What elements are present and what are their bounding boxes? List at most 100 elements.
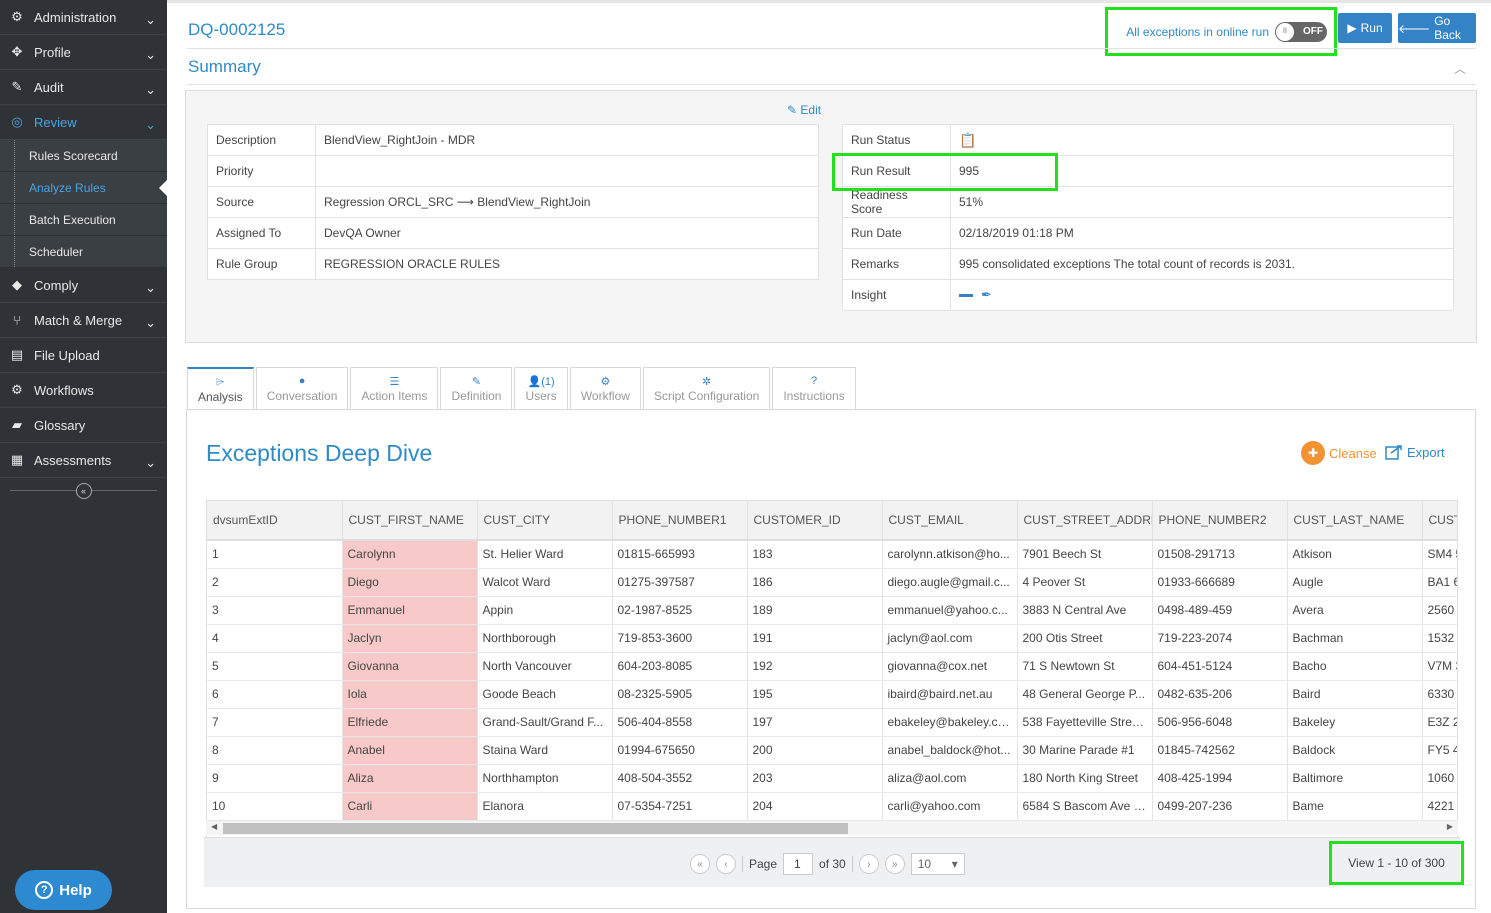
- table-cell: 200 Otis Street: [1017, 624, 1153, 653]
- column-header[interactable]: CUST_CITY: [477, 501, 613, 541]
- column-header[interactable]: CUST_: [1422, 501, 1457, 541]
- gears-icon: ⚙: [11, 9, 23, 24]
- summary-value-run-date: 02/18/2019 01:18 PM: [950, 217, 1454, 249]
- scroll-right-icon[interactable]: ▶: [1447, 822, 1453, 831]
- column-header[interactable]: dvsumExtID: [207, 501, 343, 541]
- table-cell: diego.augle@gmail.c...: [882, 568, 1018, 597]
- scrollbar-thumb[interactable]: [223, 823, 848, 834]
- main-content: DQ-0002125 All exceptions in online run …: [167, 0, 1491, 913]
- sidebar-item-label: Administration: [34, 9, 117, 25]
- edit-link[interactable]: ✎ Edit: [787, 103, 821, 117]
- table-cell: St. Helier Ward: [477, 540, 613, 569]
- divider: [187, 48, 1476, 49]
- tags-icon: ◆: [12, 277, 22, 292]
- summary-key: Run Date: [842, 217, 951, 249]
- table-row[interactable]: 3 Emmanuel Appin 02-1987-8525 189 emmanuel@ya…: [207, 596, 1457, 625]
- table-row[interactable]: 9 Aliza Northhampton 408-504-3552 203 aliza@a…: [207, 764, 1457, 793]
- scroll-left-icon[interactable]: ◀: [211, 822, 217, 831]
- cleanse-button[interactable]: ✚ Cleanse: [1301, 441, 1377, 465]
- sidebar-item-glossary[interactable]: ▰ Glossary: [0, 408, 167, 443]
- table-cell: 48 General George P...: [1017, 680, 1153, 709]
- table-cell: 192: [747, 652, 883, 681]
- tab-instructions[interactable]: ? Instructions: [772, 367, 856, 409]
- table-cell: Iola: [342, 680, 478, 709]
- eyedropper-icon[interactable]: ✒: [981, 287, 992, 302]
- sidebar-item-label: Workflows: [34, 382, 94, 398]
- table-cell: 186: [747, 568, 883, 597]
- table-row[interactable]: 10 Carli Elanora 07-5354-7251 204 carli@yahoo…: [207, 792, 1457, 821]
- table-row[interactable]: 7 Elfriede Grand-Sault/Grand F... 506-404-8…: [207, 708, 1457, 737]
- tab-workflow[interactable]: ⚙ Workflow: [569, 367, 641, 409]
- sidebar-subitem-analyze-rules[interactable]: Analyze Rules: [0, 172, 167, 204]
- table-row[interactable]: 1 Carolynn St. Helier Ward 01815-665993 183 c…: [207, 540, 1457, 569]
- horizontal-scrollbar[interactable]: ◀ ▶: [206, 821, 1458, 835]
- column-header[interactable]: CUST_EMAIL: [882, 501, 1018, 541]
- table-cell: Baird: [1287, 680, 1423, 709]
- page-size-select[interactable]: 10 ▾: [910, 853, 965, 875]
- divider: [187, 84, 1476, 85]
- table-cell: 195: [747, 680, 883, 709]
- column-header[interactable]: PHONE_NUMBER1: [612, 501, 748, 541]
- pager-separator: [851, 856, 853, 872]
- exceptions-online-run-toggle[interactable]: ll OFF: [1275, 21, 1327, 42]
- gear-icon: ✲: [702, 375, 712, 388]
- table-cell: 01933-666689: [1152, 568, 1288, 597]
- sidebar-item-file-upload[interactable]: ▤ File Upload: [0, 338, 167, 373]
- column-header[interactable]: CUST_STREET_ADDRESS: [1017, 501, 1153, 541]
- sidebar-subitem-scheduler[interactable]: Scheduler: [0, 236, 167, 268]
- table-cell: 01845-742562: [1152, 736, 1288, 765]
- first-page-icon[interactable]: «: [690, 854, 710, 874]
- table-cell: Diego: [342, 568, 478, 597]
- table-row[interactable]: 6 Iola Goode Beach 08-2325-5905 195 ibaird@ba…: [207, 680, 1457, 709]
- sidebar-item-assessments[interactable]: ▦ Assessments ⌄: [0, 443, 167, 478]
- export-icon: [1385, 445, 1402, 460]
- page-number-input[interactable]: 1: [783, 853, 814, 875]
- export-button[interactable]: Export: [1385, 444, 1445, 460]
- sidebar-item-administration[interactable]: ⚙ Administration ⌄: [0, 0, 167, 35]
- sidebar-item-label: Assessments: [34, 452, 112, 468]
- run-button[interactable]: ▶ Run: [1338, 13, 1392, 43]
- sidebar-item-profile[interactable]: ✥ Profile ⌄: [0, 35, 167, 70]
- tab-action-items[interactable]: ☰ Action Items: [350, 367, 439, 409]
- column-header[interactable]: CUSTOMER_ID: [747, 501, 883, 541]
- table-row[interactable]: 4 Jaclyn Northborough 719-853-3600 191 jaclyn…: [207, 624, 1457, 653]
- table-cell: 6330: [1422, 680, 1457, 709]
- file-icon: ▤: [10, 347, 24, 362]
- sidebar-item-audit[interactable]: ✎ Audit ⌄: [0, 70, 167, 105]
- table-cell: 0499-207-236: [1152, 792, 1288, 821]
- sidebar-subitem-batch-execution[interactable]: Batch Execution: [0, 204, 167, 236]
- table-row[interactable]: 2 Diego Walcot Ward 01275-397587 186 diego.au…: [207, 568, 1457, 597]
- go-back-button[interactable]: 🡐 Go Back: [1398, 13, 1476, 43]
- table-row[interactable]: 5 Giovanna North Vancouver 604-203-8085 192 g…: [207, 652, 1457, 681]
- tab-script-configuration[interactable]: ✲ Script Configuration: [642, 367, 771, 409]
- column-header[interactable]: CUST_LAST_NAME: [1287, 501, 1423, 541]
- user-icon: 👤(1): [527, 375, 555, 388]
- sidebar-item-match-merge[interactable]: ⑂ Match & Merge ⌄: [0, 303, 167, 338]
- summary-key: Remarks: [842, 248, 951, 280]
- help-button[interactable]: ? Help: [15, 870, 112, 910]
- sidebar-item-review[interactable]: ◎ Review ⌄: [0, 105, 167, 140]
- table-cell: Emmanuel: [342, 596, 478, 625]
- column-header[interactable]: PHONE_NUMBER2: [1152, 501, 1288, 541]
- tab-users[interactable]: 👤(1) Users: [514, 367, 568, 409]
- prev-page-icon[interactable]: ‹: [716, 854, 736, 874]
- table-row[interactable]: 8 Anabel Staina Ward 01994-675650 200 anabel_…: [207, 736, 1457, 765]
- summary-value-rule-group: REGRESSION ORACLE RULES: [315, 248, 819, 280]
- collapse-sidebar-icon[interactable]: «: [75, 482, 92, 499]
- table-cell: Baldock: [1287, 736, 1423, 765]
- next-page-icon[interactable]: ›: [858, 854, 879, 874]
- tab-definition[interactable]: ✎ Definition: [440, 367, 513, 409]
- sidebar-item-workflows[interactable]: ⚙ Workflows: [0, 373, 167, 408]
- chevron-down-icon: ⌄: [145, 47, 156, 62]
- run-status-clipboard-icon[interactable]: 📋: [959, 132, 976, 148]
- tab-conversation[interactable]: ● Conversation: [255, 367, 349, 409]
- column-header[interactable]: CUST_FIRST_NAME: [342, 501, 478, 541]
- table-cell: carli@yahoo.com: [882, 792, 1018, 821]
- chevron-up-icon[interactable]: ︿: [1454, 60, 1466, 77]
- sidebar-item-comply[interactable]: ◆ Comply ⌄: [0, 268, 167, 303]
- sidebar-subitem-rules-scorecard[interactable]: Rules Scorecard: [0, 140, 167, 172]
- table-cell: 719-223-2074: [1152, 624, 1288, 653]
- tab-analysis[interactable]: ⌲ Analysis: [187, 367, 254, 410]
- last-page-icon[interactable]: »: [884, 854, 905, 874]
- toggle-knob: ll: [1276, 22, 1294, 41]
